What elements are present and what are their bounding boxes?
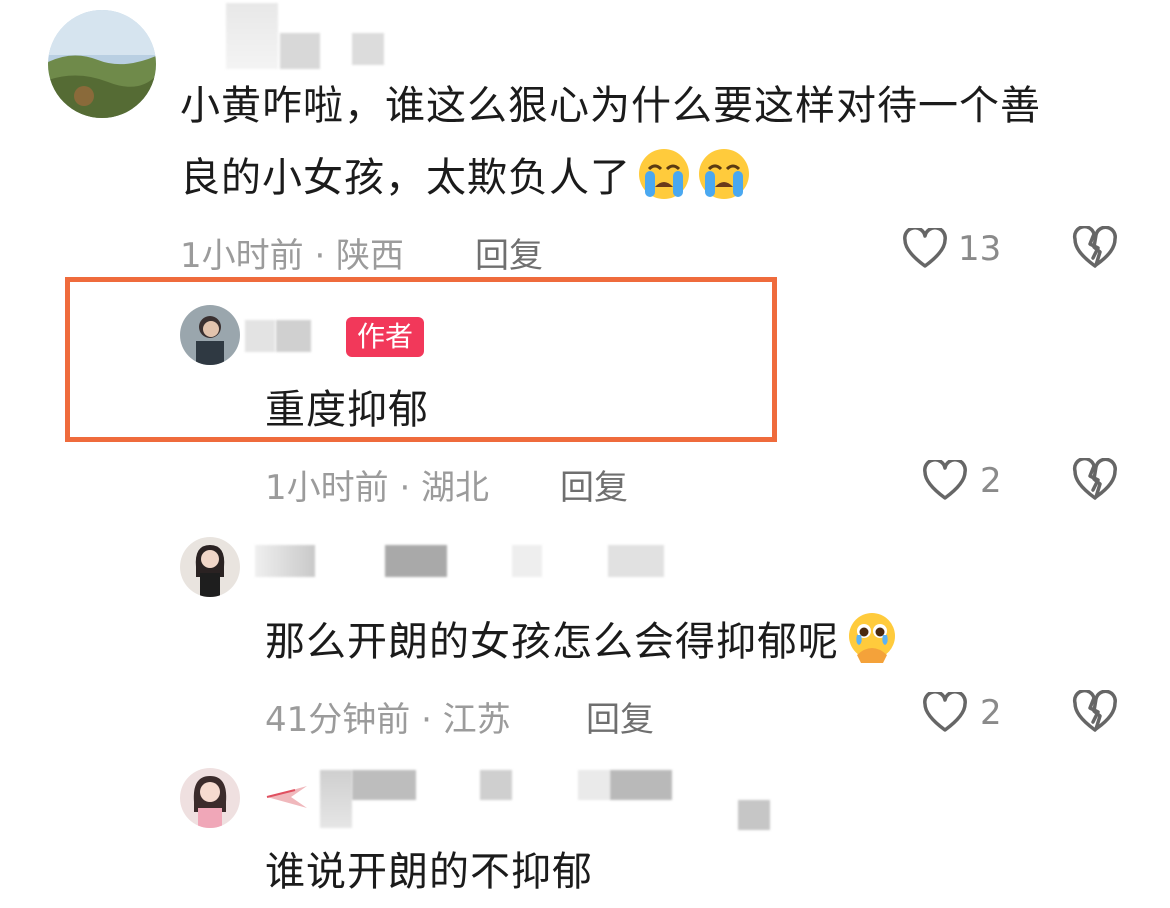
username-redacted xyxy=(738,800,770,830)
reply-button[interactable]: 回复 xyxy=(560,460,628,509)
reply-button[interactable]: 回复 xyxy=(586,692,654,741)
dislike-button[interactable] xyxy=(1072,224,1118,274)
heart-icon xyxy=(923,692,967,732)
reply-button[interactable]: 回复 xyxy=(475,228,543,277)
username-redacted xyxy=(480,770,512,800)
username-redacted xyxy=(226,3,278,69)
avatar[interactable] xyxy=(48,10,156,118)
comment-text: 重度抑郁 xyxy=(265,387,429,433)
username-redacted xyxy=(280,33,320,69)
username-redacted xyxy=(608,545,664,577)
username-redacted xyxy=(610,770,672,800)
like-button[interactable]: 2 xyxy=(922,690,1002,736)
comment-meta: 1小时前 · 湖北 xyxy=(265,468,490,508)
author-badge: 作者 xyxy=(346,317,425,357)
username-redacted xyxy=(578,770,610,800)
comment-text: 谁说开朗的不抑郁 xyxy=(265,849,593,895)
like-button[interactable]: 13 xyxy=(902,226,1001,272)
dislike-button[interactable] xyxy=(1072,456,1118,506)
avatar[interactable] xyxy=(180,537,240,597)
broken-heart-icon xyxy=(1072,456,1117,500)
username-redacted xyxy=(245,320,275,352)
username-redacted xyxy=(512,545,542,577)
comment-text: 小黄咋啦，谁这么狠心为什么要这样对待一个善 良的小女孩，太欺负人了 xyxy=(180,83,1041,201)
username-redacted xyxy=(276,320,311,352)
loudly-crying-face-icon xyxy=(697,147,751,201)
username-redacted xyxy=(352,33,384,65)
username-decoration-icon xyxy=(265,782,309,816)
like-count: 2 xyxy=(980,693,1002,733)
like-count: 13 xyxy=(958,229,1002,269)
dislike-button[interactable] xyxy=(1072,688,1118,738)
comment-meta: 41分钟前 · 江苏 xyxy=(265,700,511,740)
heart-icon xyxy=(923,460,967,500)
avatar[interactable] xyxy=(180,768,240,828)
username-redacted xyxy=(255,545,315,577)
username-redacted xyxy=(385,545,447,577)
loudly-crying-face-icon xyxy=(637,147,691,201)
avatar[interactable] xyxy=(180,305,240,365)
heart-icon xyxy=(903,228,947,268)
comment-text: 那么开朗的女孩怎么会得抑郁呢 xyxy=(265,606,899,678)
face-holding-back-tears-icon xyxy=(845,611,899,665)
comment-meta: 1小时前 · 陕西 xyxy=(180,236,405,276)
username-redacted xyxy=(352,770,416,800)
like-button[interactable]: 2 xyxy=(922,458,1002,504)
broken-heart-icon xyxy=(1072,688,1117,732)
like-count: 2 xyxy=(980,461,1002,501)
broken-heart-icon xyxy=(1072,224,1117,268)
username-redacted xyxy=(320,770,352,828)
